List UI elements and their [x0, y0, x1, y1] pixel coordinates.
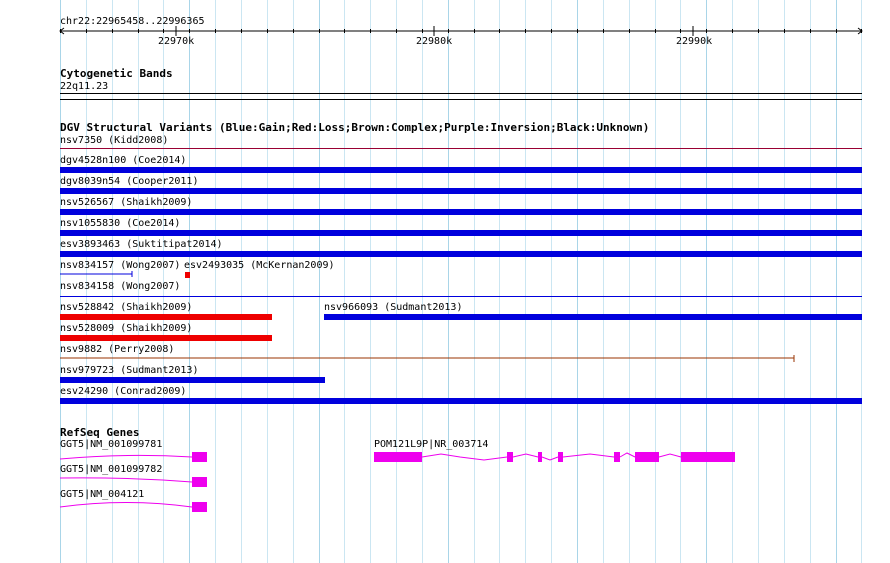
- variant-feature[interactable]: [0, 354, 890, 364]
- variant-feature[interactable]: [60, 188, 862, 194]
- variant-label[interactable]: dgv4528n100 (Coe2014): [60, 155, 186, 166]
- ruler-tick-label: 22970k: [158, 36, 195, 47]
- variant-label[interactable]: nsv834158 (Wong2007): [60, 281, 180, 292]
- variant-feature[interactable]: [324, 314, 862, 320]
- variant-feature[interactable]: [60, 335, 272, 341]
- variant-feature[interactable]: [60, 167, 862, 173]
- variant-label[interactable]: nsv1055830 (Coe2014): [60, 218, 180, 229]
- variant-feature[interactable]: [60, 230, 862, 236]
- gene-model[interactable]: [0, 475, 220, 489]
- dgv-track-title: DGV Structural Variants (Blue:Gain;Red:L…: [60, 121, 650, 134]
- cytoband-label[interactable]: 22q11.23: [60, 81, 108, 92]
- variant-label[interactable]: esv24290 (Conrad2009): [60, 386, 186, 397]
- refseq-track-title: RefSeq Genes: [60, 426, 140, 439]
- variant-label[interactable]: nsv528009 (Shaikh2009): [60, 323, 192, 334]
- variant-label[interactable]: dgv8039n54 (Cooper2011): [60, 176, 198, 187]
- gene-label[interactable]: POM121L9P|NR_003714: [374, 439, 488, 450]
- variant-feature[interactable]: [60, 148, 862, 149]
- variant-feature[interactable]: [0, 270, 200, 280]
- ruler-tick-label: 22980k: [416, 36, 453, 47]
- gene-label[interactable]: GGT5|NM_001099782: [60, 464, 162, 475]
- variant-label[interactable]: nsv979723 (Sudmant2013): [60, 365, 198, 376]
- variant-feature[interactable]: [60, 251, 862, 257]
- variant-feature[interactable]: [60, 296, 862, 297]
- variant-feature[interactable]: [60, 314, 272, 320]
- gene-label[interactable]: GGT5|NM_004121: [60, 489, 144, 500]
- variant-label[interactable]: nsv526567 (Shaikh2009): [60, 197, 192, 208]
- variant-feature[interactable]: [185, 272, 190, 278]
- variant-feature[interactable]: [60, 377, 325, 383]
- variant-feature[interactable]: [60, 209, 862, 215]
- cytoband-track-title: Cytogenetic Bands: [60, 67, 173, 80]
- variant-label[interactable]: nsv966093 (Sudmant2013): [324, 302, 462, 313]
- ruler-tick-label: 22990k: [676, 36, 713, 47]
- cytoband-bar-bottom: [60, 99, 862, 100]
- variant-label[interactable]: esv2493035 (McKernan2009): [184, 260, 335, 271]
- gene-model[interactable]: [0, 500, 220, 514]
- variant-label[interactable]: nsv7350 (Kidd2008): [60, 135, 168, 146]
- gene-label[interactable]: GGT5|NM_001099781: [60, 439, 162, 450]
- gene-model[interactable]: [0, 450, 890, 464]
- variant-feature[interactable]: [60, 398, 862, 404]
- cytoband-bar-top: [60, 93, 862, 94]
- variant-label[interactable]: esv3893463 (Suktitipat2014): [60, 239, 223, 250]
- variant-label[interactable]: nsv528842 (Shaikh2009): [60, 302, 192, 313]
